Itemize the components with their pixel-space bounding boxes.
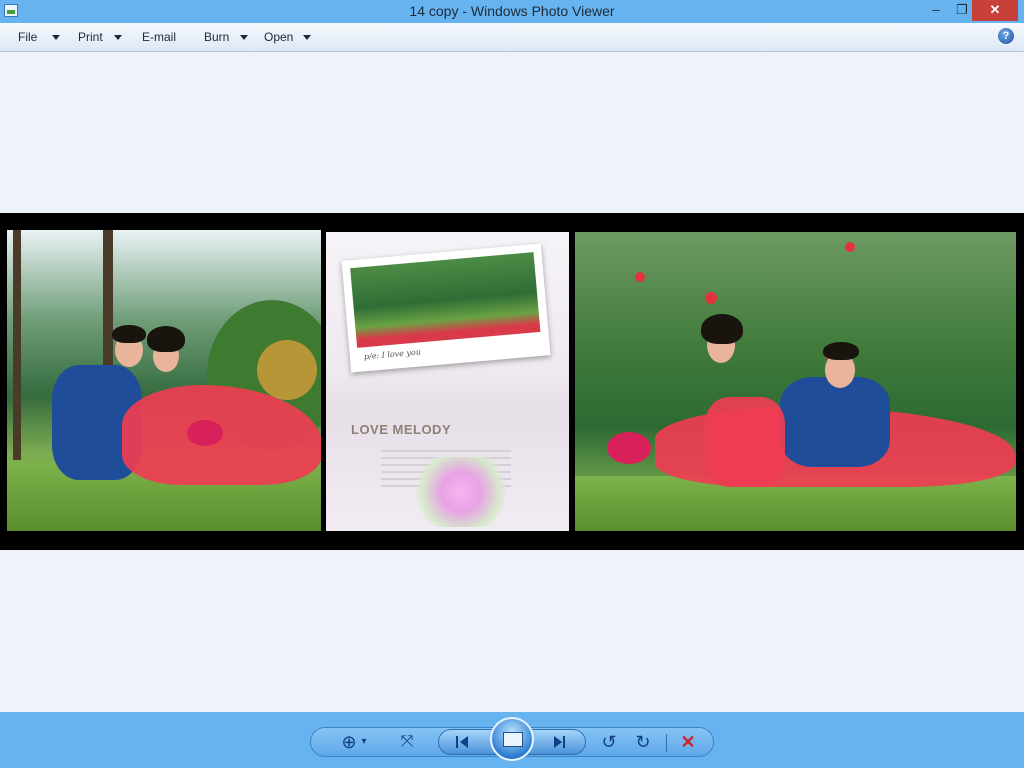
toolbar-separator [666,734,667,752]
previous-icon[interactable] [454,731,474,753]
rotate-clockwise-icon[interactable]: ↻ [632,731,654,753]
window-title: 14 copy - Windows Photo Viewer [409,3,615,19]
menu-email[interactable]: E-mail [142,30,176,44]
file-dropdown-icon[interactable] [52,35,60,40]
photo-panel-right [575,232,1016,531]
photo-panel-left [7,230,321,531]
polaroid-caption: p/e: I love you [363,347,422,362]
actual-size-icon[interactable]: ⤧ [396,731,418,753]
displayed-photo: p/e: I love you LOVE MELODY [0,213,1024,550]
zoom-icon[interactable]: ⊕ [338,731,360,753]
help-icon[interactable]: ? [998,28,1014,44]
print-dropdown-icon[interactable] [114,35,122,40]
slideshow-icon [503,732,523,747]
delete-icon[interactable]: ✕ [676,731,700,753]
title-bar: 14 copy - Windows Photo Viewer – ❐ ✕ [0,0,1024,23]
menu-burn[interactable]: Burn [204,30,229,44]
flower-bouquet-image [406,457,516,527]
polaroid-photo: p/e: I love you [341,243,551,373]
love-melody-heading: LOVE MELODY [351,422,452,437]
menu-print[interactable]: Print [78,30,103,44]
open-dropdown-icon[interactable] [303,35,311,40]
menu-open[interactable]: Open [264,30,293,44]
menu-file[interactable]: File [18,30,37,44]
close-button[interactable]: ✕ [972,0,1018,21]
burn-dropdown-icon[interactable] [240,35,248,40]
minimize-button[interactable]: – [922,0,950,21]
menu-bar: File Print E-mail Burn Open [0,23,1024,52]
photo-panel-center: p/e: I love you LOVE MELODY [326,232,569,531]
zoom-dropdown-icon[interactable]: ▾ [359,731,369,753]
rotate-counterclockwise-icon[interactable]: ↺ [598,731,620,753]
slideshow-button[interactable] [490,717,534,761]
next-icon[interactable] [550,731,570,753]
